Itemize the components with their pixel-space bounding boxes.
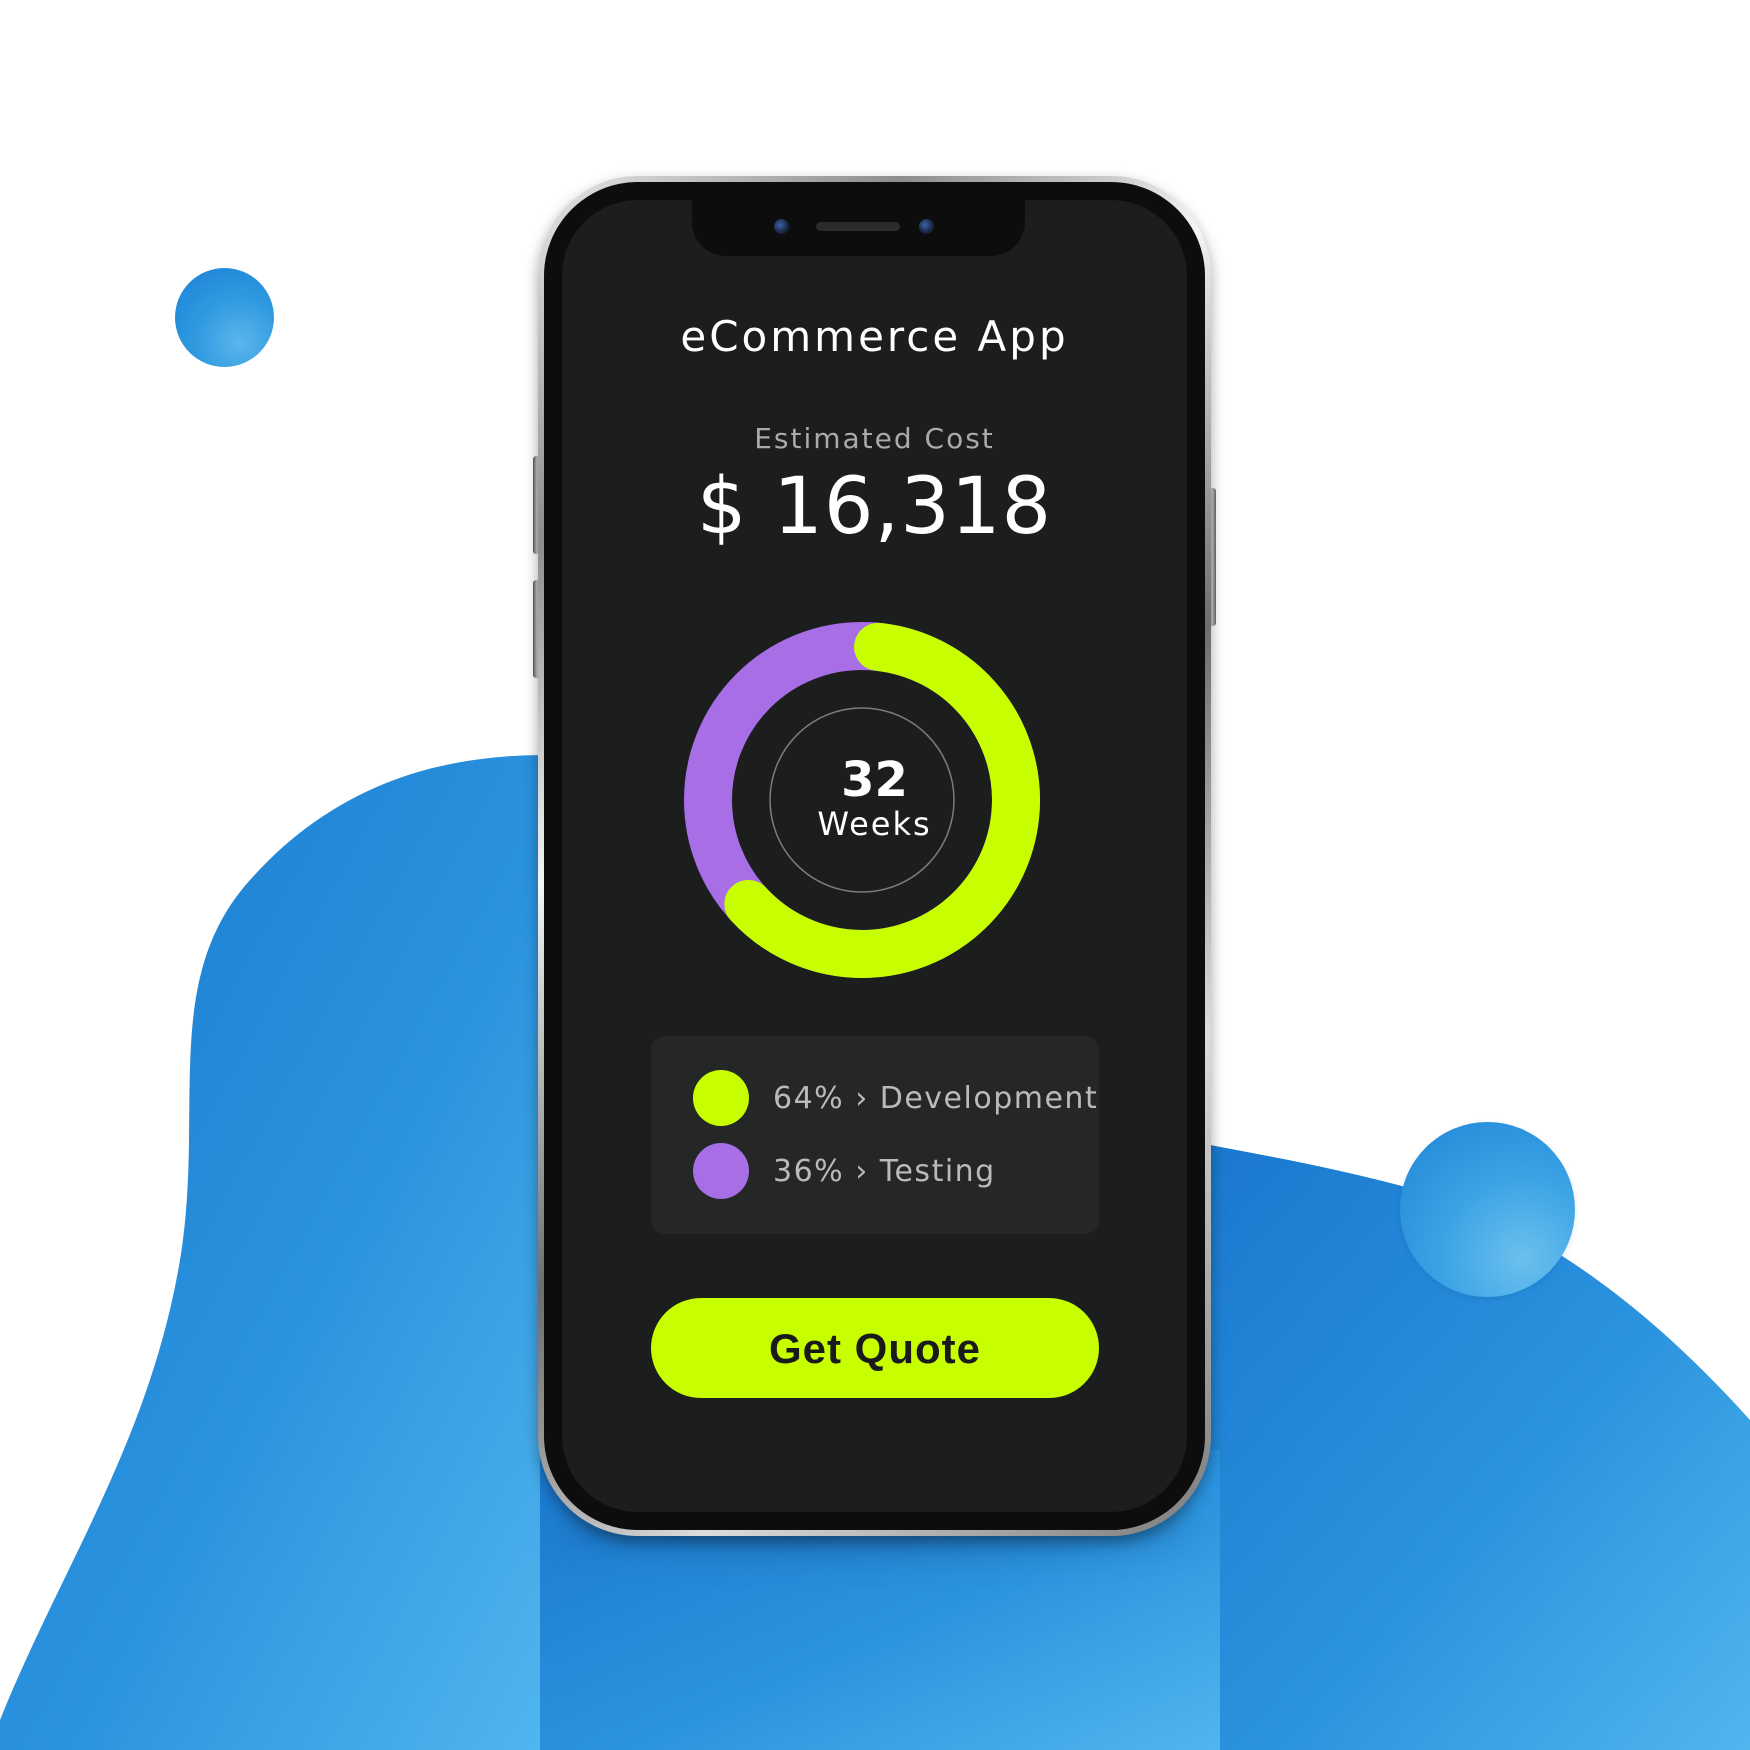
- timeline-weeks-label: Weeks: [817, 805, 932, 843]
- phone-frame: eCommerce App Estimated Cost $ 16,318 32…: [538, 176, 1211, 1536]
- earpiece-speaker: [816, 222, 900, 231]
- get-quote-button[interactable]: Get Quote: [651, 1298, 1099, 1398]
- estimated-cost-label: Estimated Cost: [754, 422, 995, 455]
- front-camera-icon: [774, 219, 789, 234]
- sensor-icon: [919, 219, 934, 234]
- chart-legend: 64% › Development 36% › Testing: [651, 1036, 1099, 1234]
- legend-label-development: 64% › Development: [773, 1080, 1099, 1116]
- decorative-circle-right: [1400, 1122, 1575, 1297]
- timeline-weeks-number: 32: [841, 752, 908, 808]
- legend-label-testing: 36% › Testing: [773, 1153, 996, 1189]
- legend-swatch-testing: [693, 1143, 749, 1199]
- decorative-circle-left: [175, 268, 274, 367]
- legend-item-development: 64% › Development: [693, 1070, 1098, 1126]
- legend-swatch-development: [693, 1070, 749, 1126]
- legend-item-testing: 36% › Testing: [693, 1143, 996, 1199]
- phone-notch: [692, 200, 1025, 256]
- estimated-cost-value: $ 16,318: [696, 462, 1053, 552]
- phone-screen: eCommerce App Estimated Cost $ 16,318 32…: [562, 200, 1187, 1512]
- app-title: eCommerce App: [680, 312, 1069, 361]
- promo-canvas: eCommerce App Estimated Cost $ 16,318 32…: [0, 0, 1750, 1750]
- phone-bezel: eCommerce App Estimated Cost $ 16,318 32…: [544, 182, 1205, 1530]
